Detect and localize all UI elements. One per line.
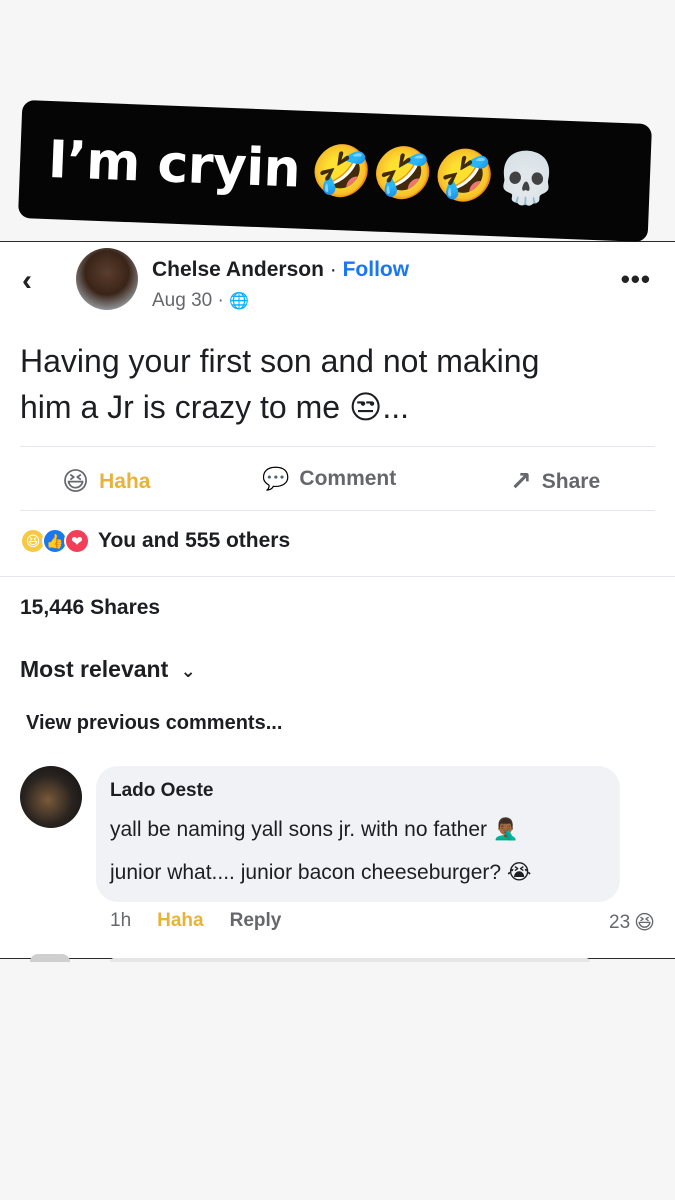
- divider: [0, 576, 675, 577]
- author-separator: ·: [323, 258, 343, 281]
- reactions-summary[interactable]: 😆 👍 ❤ You and 555 others: [20, 528, 290, 554]
- comment-count-text: 23: [609, 911, 631, 933]
- caption-emojis: 🤣🤣🤣💀: [309, 140, 559, 209]
- comment-reply-button[interactable]: Reply: [230, 910, 282, 932]
- post-date: Aug 30 · 🌐: [152, 290, 249, 312]
- comment-label: Comment: [299, 467, 397, 490]
- view-previous-comments[interactable]: View previous comments...: [26, 712, 282, 735]
- sort-dropdown[interactable]: Most relevant ⌄: [20, 656, 196, 683]
- caption-text: I’m cryin: [47, 130, 302, 200]
- love-reaction-icon: ❤: [64, 528, 90, 554]
- commenter-name[interactable]: Lado Oeste: [110, 780, 213, 802]
- chevron-down-icon: ⌄: [180, 661, 196, 681]
- post-text: Having your first son and not making him…: [20, 338, 640, 430]
- comment-button[interactable]: 💬 Comment: [262, 466, 396, 492]
- follow-button[interactable]: Follow: [343, 258, 410, 281]
- back-icon[interactable]: ‹: [22, 264, 32, 298]
- post-date-text: Aug 30 ·: [152, 290, 230, 311]
- next-comment-avatar-peek: [30, 954, 70, 962]
- haha-icon: 😆: [62, 466, 90, 496]
- more-options-icon[interactable]: •••: [621, 264, 651, 295]
- haha-icon: 😆: [634, 912, 655, 934]
- post-text-line2: him a Jr is crazy to me 😒...: [20, 389, 409, 425]
- comment-icon: 💬: [262, 466, 290, 491]
- comment-time: 1h: [110, 910, 132, 931]
- comment-reaction-count[interactable]: 23 😆: [609, 910, 655, 935]
- commenter-avatar[interactable]: [20, 766, 82, 828]
- divider: [20, 446, 655, 447]
- comment-haha-button[interactable]: Haha: [157, 910, 203, 932]
- author-name[interactable]: Chelse Anderson: [152, 258, 324, 281]
- post-text-line1: Having your first son and not making: [20, 343, 540, 379]
- comment-line1: yall be naming yall sons jr. with no fat…: [110, 818, 520, 841]
- shares-count[interactable]: 15,446 Shares: [20, 596, 160, 620]
- caption-sticker: I’m cryin 🤣🤣🤣💀: [17, 99, 653, 243]
- comment-bubble: Lado Oeste yall be naming yall sons jr. …: [96, 766, 620, 902]
- share-label: Share: [541, 469, 601, 493]
- globe-icon: 🌐: [229, 293, 250, 310]
- divider: [20, 510, 655, 511]
- action-bar: 😆 Haha 💬 Comment ↗ Share: [0, 450, 675, 510]
- haha-label: Haha: [99, 469, 151, 493]
- share-button[interactable]: ↗ Share: [510, 466, 600, 497]
- comment-meta: 1h Haha Reply: [110, 910, 281, 932]
- comment-line2: junior what.... junior bacon cheeseburge…: [110, 861, 532, 884]
- author-line: Chelse Anderson · Follow: [152, 258, 409, 282]
- share-icon: ↗: [510, 466, 532, 496]
- reactions-text: You and 555 others: [98, 529, 291, 552]
- post-card: ‹ Chelse Anderson · Follow Aug 30 · 🌐 ••…: [0, 241, 675, 962]
- sort-label: Most relevant: [20, 656, 169, 682]
- author-avatar[interactable]: [76, 248, 138, 310]
- next-comment-bubble-peek: [110, 958, 590, 962]
- haha-button[interactable]: 😆 Haha: [62, 466, 150, 497]
